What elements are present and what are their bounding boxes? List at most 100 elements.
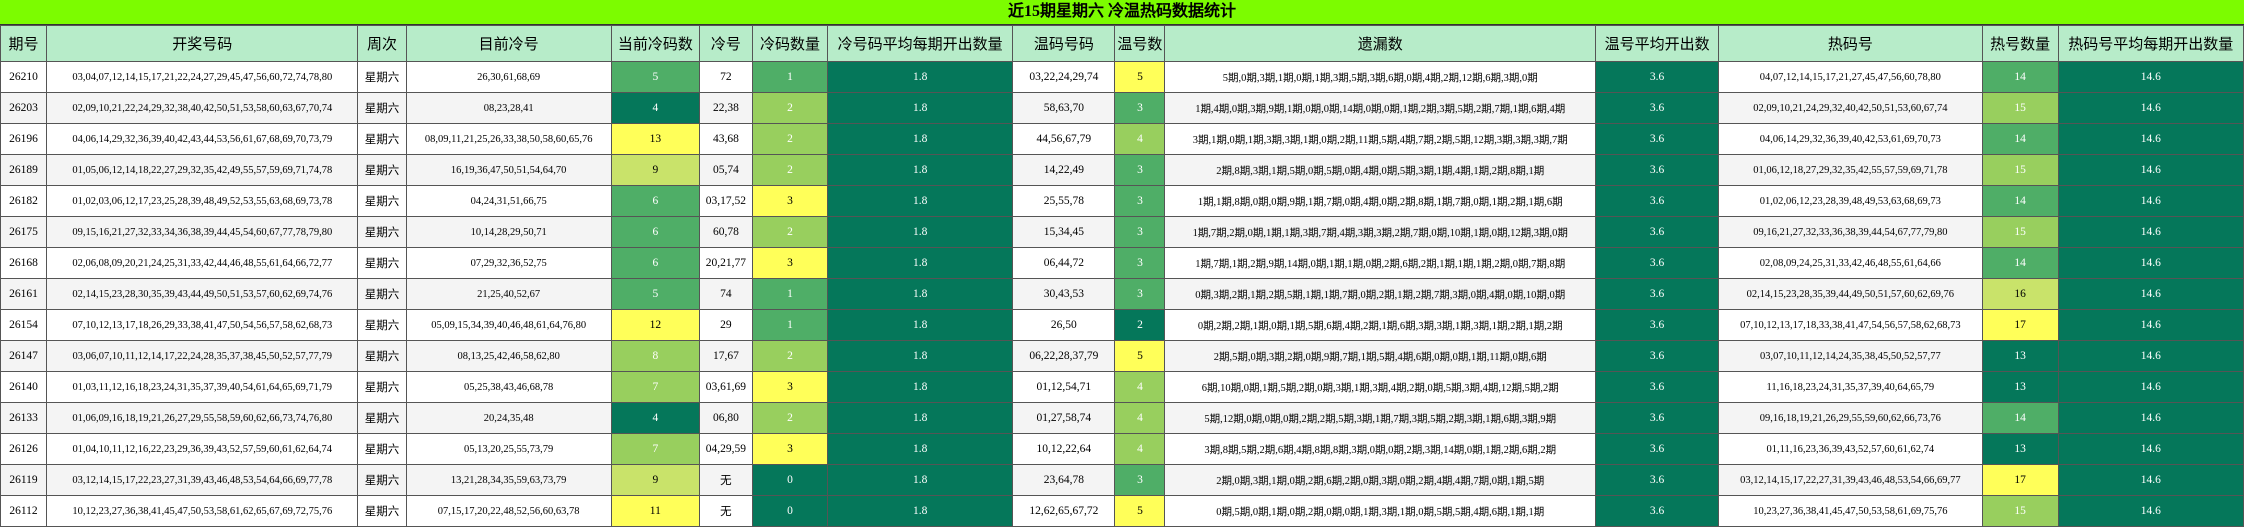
cold-count-cell: 7: [610, 371, 700, 403]
cold-numbers-cell: 07,15,17,20,22,48,52,56,60,63,78: [405, 495, 612, 527]
cold-avg-cell: 1.8: [827, 154, 1014, 186]
hot-avg-cell: 14.6: [2057, 495, 2244, 527]
cold-count-cell: 6: [610, 216, 700, 248]
warm-count-cell: 3: [1114, 92, 1166, 124]
hot-avg-cell: 14.6: [2057, 309, 2244, 341]
miss-counts-cell: 0期,5期,0期,1期,0期,2期,0期,0期,1期,3期,1期,0期,5期,5…: [1164, 495, 1597, 527]
cold-hit-count-cell: 1: [751, 278, 829, 310]
warm-avg-cell: 3.6: [1595, 61, 1720, 93]
cold-numbers-cell: 10,14,28,29,50,71: [405, 216, 612, 248]
warm-numbers-cell: 15,34,45: [1012, 216, 1116, 248]
weekday-cell: 星期六: [357, 61, 407, 93]
hot-avg-cell: 14.6: [2057, 216, 2244, 248]
hot-count-cell: 15: [1981, 92, 2059, 124]
draw-numbers-cell: 01,06,09,16,18,19,21,26,27,29,55,58,59,6…: [46, 402, 359, 434]
miss-counts-cell: 1期,1期,8期,0期,0期,9期,1期,7期,0期,4期,0期,2期,8期,1…: [1164, 185, 1597, 217]
table-row: 26161 02,14,15,23,28,30,35,39,43,44,49,50…: [0, 278, 2244, 310]
issue-cell: 26196: [0, 123, 48, 155]
draw-numbers-cell: 02,09,10,21,22,24,29,32,38,40,42,50,51,5…: [46, 92, 359, 124]
cold-hit-cell: 06,80: [698, 402, 753, 434]
warm-count-cell: 3: [1114, 216, 1166, 248]
warm-count-cell: 3: [1114, 464, 1166, 496]
weekday-cell: 星期六: [357, 433, 407, 465]
warm-count-cell: 3: [1114, 278, 1166, 310]
cold-count-cell: 5: [610, 61, 700, 93]
table-row: 26203 02,09,10,21,22,24,29,32,38,40,42,50…: [0, 92, 2244, 124]
cold-numbers-cell: 05,09,15,34,39,40,46,48,61,64,76,80: [405, 309, 612, 341]
warm-numbers-cell: 10,12,22,64: [1012, 433, 1116, 465]
warm-count-cell: 5: [1114, 495, 1166, 527]
hot-count-cell: 17: [1981, 309, 2059, 341]
weekday-cell: 星期六: [357, 371, 407, 403]
cold-avg-cell: 1.8: [827, 247, 1014, 279]
draw-numbers-cell: 01,04,10,11,12,16,22,23,29,36,39,43,52,5…: [46, 433, 359, 465]
cold-avg-cell: 1.8: [827, 309, 1014, 341]
header-cold-count: 当前冷码数: [610, 25, 700, 62]
hot-avg-cell: 14.6: [2057, 154, 2244, 186]
warm-numbers-cell: 01,27,58,74: [1012, 402, 1116, 434]
hot-numbers-cell: 07,10,12,13,17,18,33,38,41,47,54,56,57,5…: [1718, 309, 1983, 341]
cold-numbers-cell: 04,24,31,51,66,75: [405, 185, 612, 217]
warm-numbers-cell: 26,50: [1012, 309, 1116, 341]
cold-avg-cell: 1.8: [827, 92, 1014, 124]
miss-counts-cell: 1期,4期,0期,3期,9期,1期,0期,0期,14期,0期,0期,1期,2期,…: [1164, 92, 1597, 124]
warm-avg-cell: 3.6: [1595, 123, 1720, 155]
draw-numbers-cell: 01,02,03,06,12,17,23,25,28,39,48,49,52,5…: [46, 185, 359, 217]
stats-table: 期号 开奖号码 周次 目前冷号 当前冷码数 冷号 冷码数量 冷号码平均每期开出数量 温码号码 温号…: [0, 25, 2244, 527]
cold-count-cell: 6: [610, 247, 700, 279]
table-row: 26119 03,12,14,15,17,22,23,27,31,39,43,46…: [0, 464, 2244, 496]
cold-hit-count-cell: 0: [751, 495, 829, 527]
weekday-cell: 星期六: [357, 464, 407, 496]
cold-numbers-cell: 08,13,25,42,46,58,62,80: [405, 340, 612, 372]
hot-count-cell: 14: [1981, 402, 2059, 434]
miss-counts-cell: 1期,7期,2期,0期,1期,1期,3期,7期,4期,3期,3期,2期,7期,0…: [1164, 216, 1597, 248]
warm-numbers-cell: 25,55,78: [1012, 185, 1116, 217]
cold-hit-cell: 29: [698, 309, 753, 341]
miss-counts-cell: 2期,0期,3期,1期,0期,2期,6期,2期,0期,3期,0期,2期,4期,4…: [1164, 464, 1597, 496]
miss-counts-cell: 2期,5期,0期,3期,2期,0期,9期,7期,1期,5期,4期,6期,0期,0…: [1164, 340, 1597, 372]
cold-hit-cell: 17,67: [698, 340, 753, 372]
weekday-cell: 星期六: [357, 154, 407, 186]
cold-hit-cell: 03,17,52: [698, 185, 753, 217]
draw-numbers-cell: 10,12,23,27,36,38,41,45,47,50,53,58,61,6…: [46, 495, 359, 527]
cold-hit-count-cell: 3: [751, 247, 829, 279]
issue-cell: 26154: [0, 309, 48, 341]
weekday-cell: 星期六: [357, 340, 407, 372]
table-row: 26112 10,12,23,27,36,38,41,45,47,50,53,58…: [0, 495, 2244, 527]
hot-numbers-cell: 11,16,18,23,24,31,35,37,39,40,64,65,79: [1718, 371, 1983, 403]
header-cold-hit: 冷号: [698, 25, 753, 62]
issue-cell: 26182: [0, 185, 48, 217]
header-cold-hit-count: 冷码数量: [751, 25, 829, 62]
cold-hit-cell: 60,78: [698, 216, 753, 248]
table-row: 26168 02,06,08,09,20,21,24,25,31,33,42,44…: [0, 247, 2244, 279]
table-row: 26182 01,02,03,06,12,17,23,25,28,39,48,49…: [0, 185, 2244, 217]
cold-count-cell: 13: [610, 123, 700, 155]
cold-hit-count-cell: 2: [751, 92, 829, 124]
cold-numbers-cell: 05,13,20,25,55,73,79: [405, 433, 612, 465]
hot-numbers-cell: 09,16,18,19,21,26,29,55,59,60,62,66,73,7…: [1718, 402, 1983, 434]
hot-avg-cell: 14.6: [2057, 123, 2244, 155]
warm-avg-cell: 3.6: [1595, 278, 1720, 310]
hot-count-cell: 17: [1981, 464, 2059, 496]
cold-hit-count-cell: 1: [751, 61, 829, 93]
hot-avg-cell: 14.6: [2057, 247, 2244, 279]
weekday-cell: 星期六: [357, 92, 407, 124]
hot-numbers-cell: 10,23,27,36,38,41,45,47,50,53,58,61,69,7…: [1718, 495, 1983, 527]
cold-hit-count-cell: 2: [751, 216, 829, 248]
hot-count-cell: 13: [1981, 371, 2059, 403]
cold-numbers-cell: 16,19,36,47,50,51,54,64,70: [405, 154, 612, 186]
stats-sheet: 近15期星期六 冷温热码数据统计 期号 开奖号码 周次 目前冷号 当前冷码数 冷号 冷码数量…: [0, 0, 2244, 529]
table-body: 26210 03,04,07,12,14,15,17,21,22,24,27,29…: [0, 61, 2244, 527]
cold-numbers-cell: 08,09,11,21,25,26,33,38,50,58,60,65,76: [405, 123, 612, 155]
warm-count-cell: 4: [1114, 402, 1166, 434]
cold-count-cell: 12: [610, 309, 700, 341]
miss-counts-cell: 0期,3期,2期,1期,2期,5期,1期,1期,7期,0期,2期,1期,2期,7…: [1164, 278, 1597, 310]
issue-cell: 26203: [0, 92, 48, 124]
issue-cell: 26147: [0, 340, 48, 372]
warm-count-cell: 5: [1114, 61, 1166, 93]
draw-numbers-cell: 07,10,12,13,17,18,26,29,33,38,41,47,50,5…: [46, 309, 359, 341]
table-row: 26140 01,03,11,12,16,18,23,24,31,35,37,39…: [0, 371, 2244, 403]
cold-avg-cell: 1.8: [827, 340, 1014, 372]
warm-count-cell: 3: [1114, 185, 1166, 217]
cold-hit-count-cell: 3: [751, 371, 829, 403]
